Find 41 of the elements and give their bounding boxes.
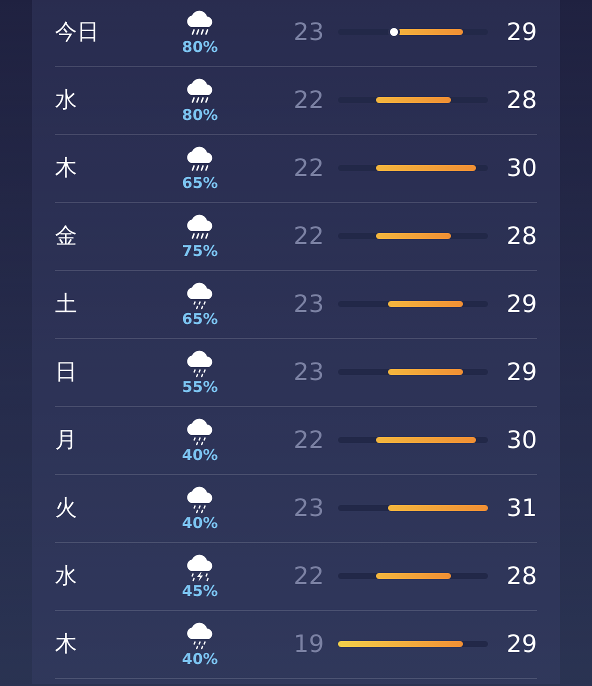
precipitation-chance: 80%: [182, 38, 218, 56]
low-temperature: 23: [292, 358, 324, 386]
high-temperature: 28: [505, 222, 537, 250]
low-temperature: 22: [292, 562, 324, 590]
high-temperature: 28: [505, 562, 537, 590]
day-label: 金: [55, 223, 78, 251]
day-label: 水: [55, 87, 78, 115]
precipitation-chance: 55%: [182, 378, 218, 396]
high-temperature: 30: [505, 426, 537, 454]
day-label: 木: [55, 155, 78, 183]
high-temperature: 31: [505, 494, 537, 522]
day-label: 月: [55, 427, 78, 455]
day-label: 木: [55, 631, 78, 659]
high-temperature: 28: [505, 86, 537, 114]
low-temperature: 19: [292, 630, 324, 658]
day-label: 今日: [55, 19, 100, 47]
day-label: 日: [55, 359, 78, 387]
low-temperature: 23: [292, 290, 324, 318]
high-temperature: 29: [505, 358, 537, 386]
precipitation-chance: 75%: [182, 242, 218, 260]
day-label: 土: [55, 291, 78, 319]
precipitation-chance: 65%: [182, 174, 218, 192]
precipitation-chance: 80%: [182, 106, 218, 124]
high-temperature: 29: [505, 630, 537, 658]
precipitation-chance: 65%: [182, 310, 218, 328]
low-temperature: 22: [292, 426, 324, 454]
day-label: 火: [55, 495, 78, 523]
precipitation-chance: 45%: [182, 582, 218, 600]
precipitation-chance: 40%: [182, 446, 218, 464]
high-temperature: 29: [505, 18, 537, 46]
precipitation-chance: 40%: [182, 650, 218, 668]
low-temperature: 22: [292, 222, 324, 250]
high-temperature: 29: [505, 290, 537, 318]
low-temperature: 23: [292, 494, 324, 522]
day-label: 水: [55, 563, 78, 591]
low-temperature: 22: [292, 86, 324, 114]
high-temperature: 30: [505, 154, 537, 182]
low-temperature: 22: [292, 154, 324, 182]
low-temperature: 23: [292, 18, 324, 46]
precipitation-chance: 40%: [182, 514, 218, 532]
current-temperature-dot: [390, 28, 398, 36]
